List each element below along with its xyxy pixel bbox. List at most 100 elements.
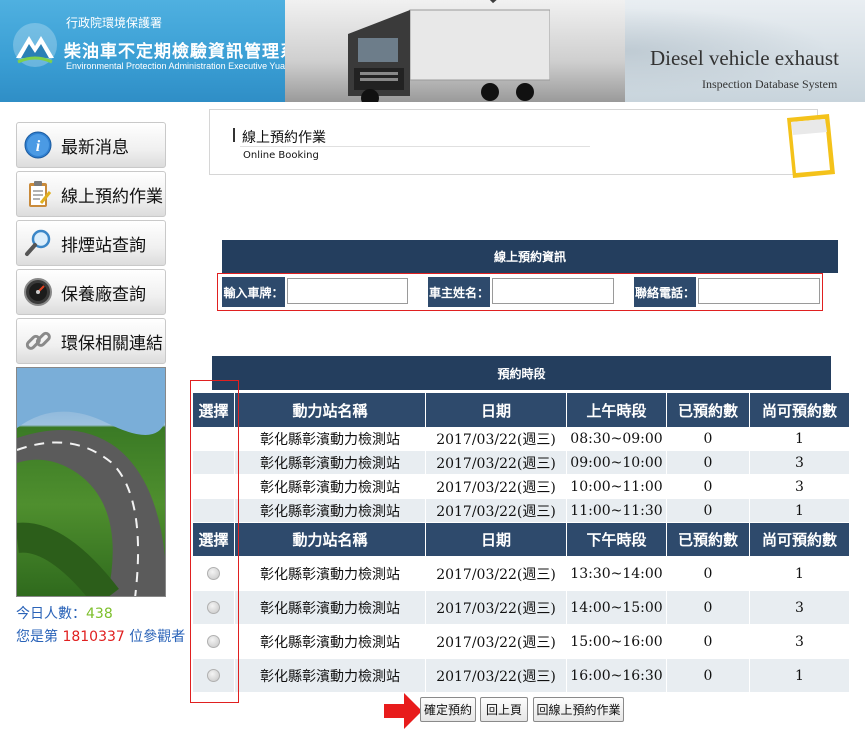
plate-input[interactable]	[287, 278, 408, 304]
sidebar-item-smoke-station-search[interactable]: 排煙站查詢	[16, 220, 166, 266]
col-station: 動力站名稱	[235, 523, 426, 557]
owner-label: 車主姓名：	[428, 277, 490, 307]
available-cell: 3	[750, 625, 850, 659]
confirm-booking-button[interactable]: 確定預約	[420, 697, 476, 722]
available-cell: 3	[750, 451, 850, 475]
plate-label: 輸入車牌：	[222, 277, 285, 307]
title-divider	[240, 146, 590, 147]
owner-name-input[interactable]	[492, 278, 614, 304]
booked-cell: 0	[667, 451, 750, 475]
back-button[interactable]: 回上頁	[480, 697, 528, 722]
date-cell: 2017/03/22(週三)	[426, 557, 567, 591]
magnifier-icon	[25, 229, 51, 256]
phone-input[interactable]	[698, 278, 820, 304]
available-cell: 1	[750, 557, 850, 591]
chain-link-icon	[25, 331, 51, 350]
time-cell: 08:30~09:00	[567, 428, 667, 451]
date-cell: 2017/03/22(週三)	[426, 428, 567, 451]
speedometer-icon	[24, 278, 52, 306]
table-row: 彰化縣彰濱動力檢測站 2017/03/22(週三) 11:00~11:30 0 …	[193, 499, 850, 523]
booked-cell: 0	[667, 625, 750, 659]
time-cell: 09:00~10:00	[567, 451, 667, 475]
sidebar-item-label: 保養廠查詢	[61, 284, 146, 305]
time-cell: 16:00~16:30	[567, 659, 667, 693]
back-to-booking-button[interactable]: 回線上預約作業	[533, 697, 624, 722]
select-column-highlight	[190, 380, 239, 703]
table-row: 彰化縣彰濱動力檢測站 2017/03/22(週三) 13:30~14:00 0 …	[193, 557, 850, 591]
station-cell: 彰化縣彰濱動力檢測站	[235, 451, 426, 475]
total-visitor-count: 您是第 1810337 位參觀者	[16, 626, 185, 646]
station-cell: 彰化縣彰濱動力檢測站	[235, 659, 426, 693]
station-cell: 彰化縣彰濱動力檢測站	[235, 428, 426, 451]
station-cell: 彰化縣彰濱動力檢測站	[235, 557, 426, 591]
available-cell: 3	[750, 475, 850, 499]
am-header-row: 選擇 動力站名稱 日期 上午時段 已預約數 尚可預約數	[193, 393, 850, 428]
booked-cell: 0	[667, 557, 750, 591]
date-cell: 2017/03/22(週三)	[426, 625, 567, 659]
slots-heading: 預約時段	[212, 356, 831, 390]
sidebar-item-garage-search[interactable]: 保養廠查詢	[16, 269, 166, 315]
visitor-suffix: 位參觀者	[124, 629, 186, 645]
sidebar-item-label: 環保相關連結	[61, 333, 163, 354]
col-available: 尚可預約數	[750, 393, 850, 428]
time-cell: 10:00~11:00	[567, 475, 667, 499]
col-time: 下午時段	[567, 523, 667, 557]
col-date: 日期	[426, 523, 567, 557]
table-row: 彰化縣彰濱動力檢測站 2017/03/22(週三) 10:00~11:00 0 …	[193, 475, 850, 499]
gov-name: 行政院環境保護署	[66, 16, 163, 30]
notepad-icon	[787, 114, 835, 178]
table-row: 彰化縣彰濱動力檢測站 2017/03/22(週三) 15:00~16:00 0 …	[193, 625, 850, 659]
banner-subtitle-en: Inspection Database System	[702, 77, 838, 91]
red-arrow-icon	[384, 693, 422, 729]
available-cell: 1	[750, 659, 850, 693]
col-booked: 已預約數	[667, 523, 750, 557]
date-cell: 2017/03/22(週三)	[426, 475, 567, 499]
station-cell: 彰化縣彰濱動力檢測站	[235, 475, 426, 499]
sidebar-item-label: 線上預約作業	[61, 186, 163, 207]
sidebar-item-news[interactable]: i 最新消息	[16, 122, 166, 168]
time-cell: 11:00~11:30	[567, 499, 667, 523]
truck-image	[348, 9, 550, 102]
date-cell: 2017/03/22(週三)	[426, 499, 567, 523]
station-cell: 彰化縣彰濱動力檢測站	[235, 625, 426, 659]
booked-cell: 0	[667, 659, 750, 693]
system-title: 柴油車不定期檢驗資訊管理系統	[64, 42, 316, 62]
visitor-count: 1810337	[62, 629, 125, 645]
sidebar-item-label: 最新消息	[61, 137, 129, 158]
col-booked: 已預約數	[667, 393, 750, 428]
page-title: 線上預約作業	[242, 130, 326, 146]
sidebar-item-online-booking[interactable]: 線上預約作業	[16, 171, 166, 217]
col-available: 尚可預約數	[750, 523, 850, 557]
road-photo	[16, 367, 166, 597]
table-row: 彰化縣彰濱動力檢測站 2017/03/22(週三) 16:00~16:30 0 …	[193, 659, 850, 693]
table-row: 彰化縣彰濱動力檢測站 2017/03/22(週三) 14:00~15:00 0 …	[193, 591, 850, 625]
booked-cell: 0	[667, 591, 750, 625]
station-cell: 彰化縣彰濱動力檢測站	[235, 591, 426, 625]
visitor-prefix: 您是第	[16, 629, 63, 645]
banner-title-en: Diesel vehicle exhaust	[650, 46, 839, 70]
date-cell: 2017/03/22(週三)	[426, 451, 567, 475]
booking-info-heading: 線上預約資訊	[222, 240, 838, 273]
booked-cell: 0	[667, 428, 750, 451]
phone-label: 聯絡電話：	[634, 277, 696, 307]
page-title-box: 線上預約作業 Online Booking	[209, 109, 835, 178]
booked-cell: 0	[667, 499, 750, 523]
station-cell: 彰化縣彰濱動力檢測站	[235, 499, 426, 523]
today-count: 438	[86, 606, 113, 622]
epa-logo-icon	[13, 23, 57, 67]
available-cell: 1	[750, 499, 850, 523]
sidebar-item-related-links[interactable]: 環保相關連結	[16, 318, 166, 364]
info-icon: i	[24, 131, 52, 159]
table-row: 彰化縣彰濱動力檢測站 2017/03/22(週三) 09:00~10:00 0 …	[193, 451, 850, 475]
time-cell: 14:00~15:00	[567, 591, 667, 625]
date-cell: 2017/03/22(週三)	[426, 659, 567, 693]
available-cell: 1	[750, 428, 850, 451]
col-date: 日期	[426, 393, 567, 428]
col-station: 動力站名稱	[235, 393, 426, 428]
today-visitor-count: 今日人數：438	[16, 603, 113, 623]
page-subtitle: Online Booking	[243, 150, 319, 161]
date-cell: 2017/03/22(週三)	[426, 591, 567, 625]
site-header: 行政院環境保護署 柴油車不定期檢驗資訊管理系統 Environmental Pr…	[0, 0, 865, 102]
time-cell: 13:30~14:00	[567, 557, 667, 591]
time-cell: 15:00~16:00	[567, 625, 667, 659]
